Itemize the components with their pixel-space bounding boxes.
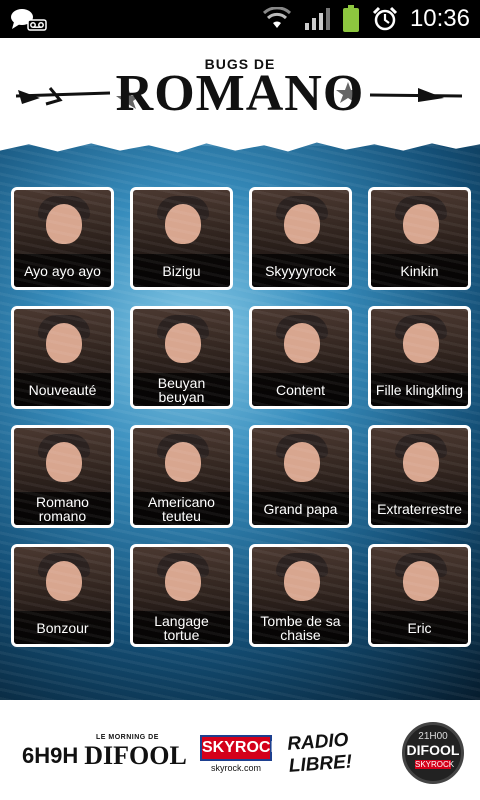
- tile-label: Beuyan beuyan: [133, 373, 230, 406]
- difool-badge[interactable]: 21H00 DIFOOL SKYROCK: [402, 722, 464, 784]
- footer: LE MORNING DE 6H9H DIFOOL SKYROCK skyroc…: [0, 700, 480, 800]
- tile-label: Extraterrestre: [371, 492, 468, 525]
- tile-label: Langage tortue: [133, 611, 230, 644]
- tile-photo: [14, 547, 111, 613]
- tile-photo: [252, 309, 349, 375]
- difool-small-text: LE MORNING DE: [96, 733, 159, 741]
- tile-photo: [133, 428, 230, 494]
- tile-photo: [252, 190, 349, 256]
- clock: 10:36: [409, 5, 470, 32]
- tile-label: Bizigu: [133, 254, 230, 287]
- logo-main-text: ROMANO: [115, 65, 365, 122]
- bug-tile-ayo-ayo-ayo[interactable]: Ayo ayo ayo: [11, 187, 114, 290]
- bug-tile-fille-klingkling[interactable]: Fille klingkling: [368, 306, 471, 409]
- radio-libre-logo[interactable]: RADIO LIBRE!: [287, 726, 402, 778]
- tile-photo: [14, 428, 111, 494]
- bug-tile-extraterrestre[interactable]: Extraterrestre: [368, 425, 471, 528]
- tile-label: Content: [252, 373, 349, 406]
- difool-name-text: DIFOOL: [84, 740, 187, 770]
- tile-photo: [133, 547, 230, 613]
- tile-label: Americano teuteu: [133, 492, 230, 525]
- tile-photo: [252, 547, 349, 613]
- bug-tile-langage-tortue[interactable]: Langage tortue: [130, 544, 233, 647]
- wifi-icon: [262, 7, 291, 28]
- difool-time-text: 6H9H: [22, 742, 79, 768]
- badge-time-text: 21H00: [418, 731, 448, 742]
- bug-tile-tombe-de-sa-chaise[interactable]: Tombe de sa chaise: [249, 544, 352, 647]
- bug-tile-americano-teuteu[interactable]: Americano teuteu: [130, 425, 233, 528]
- header: BUGS DE ROMANO: [0, 38, 480, 146]
- tile-photo: [14, 309, 111, 375]
- bug-tile-content[interactable]: Content: [249, 306, 352, 409]
- bug-tile-grand-papa[interactable]: Grand papa: [249, 425, 352, 528]
- badge-name-text: DIFOOL: [406, 742, 460, 758]
- tile-label: Grand papa: [252, 492, 349, 525]
- app-logo: BUGS DE ROMANO: [0, 38, 480, 146]
- notification-area: [8, 6, 48, 34]
- battery-icon: [342, 5, 359, 32]
- chat-notification-icon: [11, 9, 47, 31]
- skyrock-url-text: skyrock.com: [210, 763, 261, 773]
- tile-photo: [371, 428, 468, 494]
- bug-tile-beuyan-beuyan[interactable]: Beuyan beuyan: [130, 306, 233, 409]
- tile-label: Eric: [371, 611, 468, 644]
- tile-photo: [14, 190, 111, 256]
- tile-label: Ayo ayo ayo: [14, 254, 111, 287]
- tile-photo: [371, 547, 468, 613]
- tile-photo: [371, 309, 468, 375]
- tile-photo: [133, 309, 230, 375]
- bug-tile-bizigu[interactable]: Bizigu: [130, 187, 233, 290]
- main-background: Ayo ayo ayo Bizigu Skyyyyrock Kinkin Nou…: [0, 138, 480, 700]
- tile-label: Bonzour: [14, 611, 111, 644]
- skyrock-text: SKYROCK: [200, 735, 282, 761]
- tile-label: Skyyyyrock: [252, 254, 349, 287]
- bug-tile-bonzour[interactable]: Bonzour: [11, 544, 114, 647]
- tile-label: Romano romano: [14, 492, 111, 525]
- bug-grid: Ayo ayo ayo Bizigu Skyyyyrock Kinkin Nou…: [11, 187, 471, 647]
- status-bar: 10:36: [0, 0, 480, 38]
- bug-tile-eric[interactable]: Eric: [368, 544, 471, 647]
- bug-tile-kinkin[interactable]: Kinkin: [368, 187, 471, 290]
- tile-photo: [133, 190, 230, 256]
- tile-photo: [252, 428, 349, 494]
- tile-photo: [371, 190, 468, 256]
- alarm-icon: [372, 6, 397, 31]
- signal-icon: [304, 8, 330, 30]
- tile-label: Nouveauté: [14, 373, 111, 406]
- badge-sub-text: SKYROCK: [415, 760, 455, 769]
- skyrock-logo[interactable]: SKYROCK skyrock.com: [200, 735, 282, 775]
- bug-tile-nouveaute[interactable]: Nouveauté: [11, 306, 114, 409]
- tile-label: Kinkin: [371, 254, 468, 287]
- bug-tile-skyyyyrock[interactable]: Skyyyyrock: [249, 187, 352, 290]
- tile-label: Fille klingkling: [371, 373, 468, 406]
- difool-logo[interactable]: LE MORNING DE 6H9H DIFOOL: [22, 730, 187, 774]
- tile-label: Tombe de sa chaise: [252, 611, 349, 644]
- bug-tile-romano-romano[interactable]: Romano romano: [11, 425, 114, 528]
